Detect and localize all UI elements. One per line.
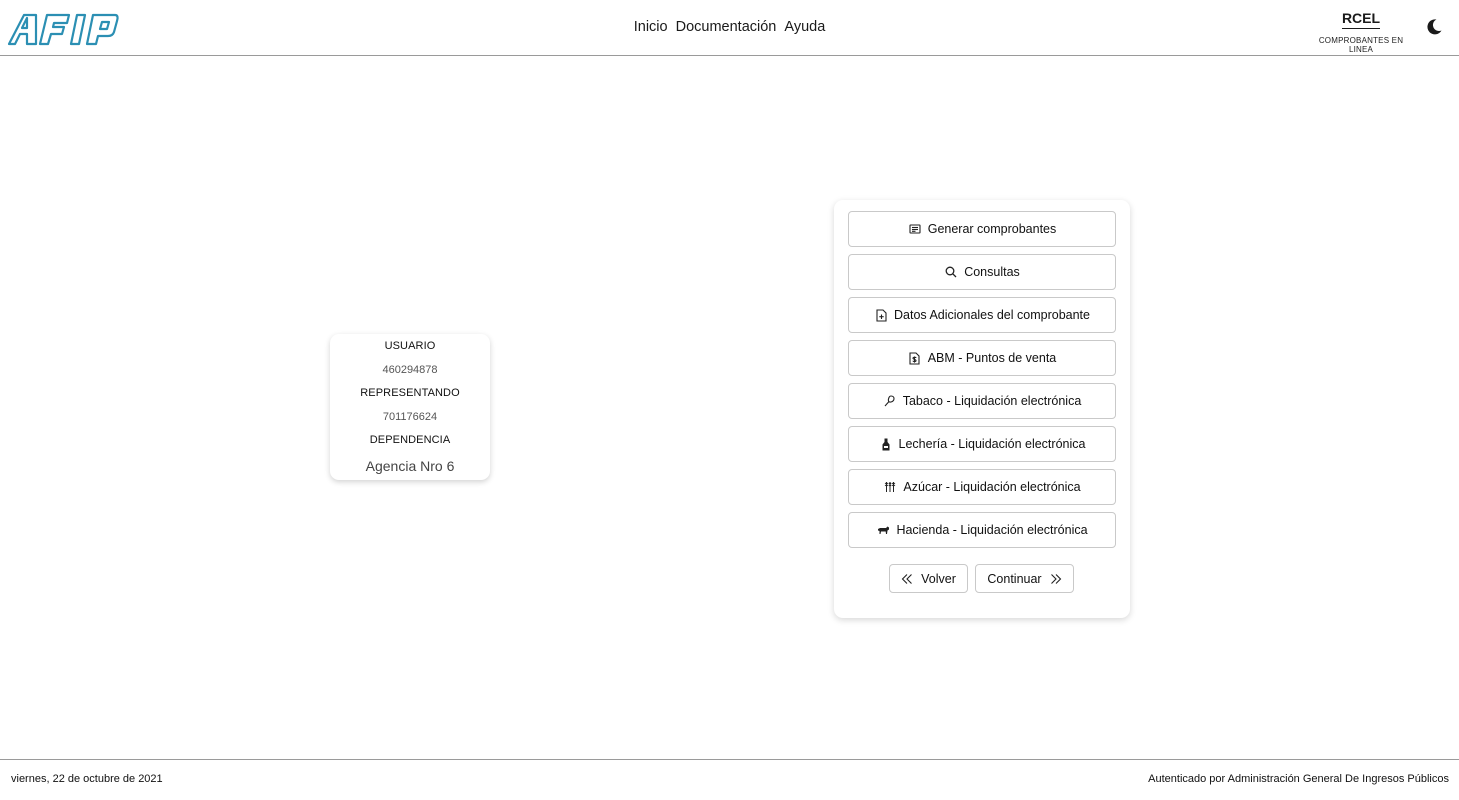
volver-label: Volver (921, 571, 956, 586)
abm-puntos-de-venta-button[interactable]: ABM - Puntos de venta (848, 340, 1116, 376)
user-info-card: USUARIO 460294878 REPRESENTANDO 70117662… (330, 334, 490, 480)
nav-documentacion[interactable]: Documentación (676, 19, 777, 35)
azucar-label: Azúcar - Liquidación electrónica (903, 480, 1081, 494)
moon-icon[interactable] (1425, 18, 1443, 36)
lecheria-button[interactable]: Lechería - Liquidación electrónica (848, 426, 1116, 462)
cattle-icon (876, 523, 890, 537)
representando-label: REPRESENTANDO (360, 387, 460, 399)
hacienda-label: Hacienda - Liquidación electrónica (896, 523, 1088, 537)
nav-ayuda[interactable]: Ayuda (784, 19, 825, 35)
footer-date: viernes, 22 de octubre de 2021 (11, 773, 163, 785)
lecheria-label: Lechería - Liquidación electrónica (898, 437, 1086, 451)
leaf-icon (883, 394, 897, 408)
generar-comprobantes-label: Generar comprobantes (927, 222, 1057, 236)
abm-puntos-de-venta-label: ABM - Puntos de venta (927, 351, 1057, 365)
tabaco-button[interactable]: Tabaco - Liquidación electrónica (848, 383, 1116, 419)
dependencia-label: DEPENDENCIA (369, 434, 451, 446)
brand-subtitle: COMPROBANTES EN LINEA (1318, 36, 1404, 54)
milk-bottle-icon (879, 437, 893, 451)
tabaco-label: Tabaco - Liquidación electrónica (902, 394, 1082, 408)
azucar-button[interactable]: Azúcar - Liquidación electrónica (848, 469, 1116, 505)
document-list-icon (908, 222, 922, 236)
representando-value: 701176624 (382, 411, 438, 423)
nav-inicio[interactable]: Inicio (634, 19, 668, 35)
top-nav: Inicio Documentación Ayuda (0, 19, 1459, 35)
datos-adicionales-button[interactable]: Datos Adicionales del comprobante (848, 297, 1116, 333)
file-dollar-icon (908, 351, 922, 365)
dependencia-value: Agencia Nro 6 (365, 458, 455, 474)
search-icon (944, 265, 958, 279)
header: Inicio Documentación Ayuda RCEL COMPROBA… (0, 0, 1459, 56)
usuario-label: USUARIO (384, 340, 436, 352)
hacienda-button[interactable]: Hacienda - Liquidación electrónica (848, 512, 1116, 548)
datos-adicionales-label: Datos Adicionales del comprobante (894, 308, 1090, 322)
continuar-button[interactable]: Continuar (975, 564, 1074, 593)
footer: viernes, 22 de octubre de 2021 Autentica… (0, 759, 1459, 800)
consultas-label: Consultas (964, 265, 1020, 279)
volver-button[interactable]: Volver (889, 564, 968, 593)
generar-comprobantes-button[interactable]: Generar comprobantes (848, 211, 1116, 247)
usuario-value: 460294878 (382, 364, 438, 376)
chevrons-right-icon (1050, 573, 1062, 585)
brand-name: RCEL (1341, 10, 1381, 29)
chevrons-left-icon (901, 573, 913, 585)
continuar-label: Continuar (987, 571, 1042, 586)
footer-auth: Autenticado por Administración General D… (1148, 773, 1449, 785)
wheat-icon (883, 480, 897, 494)
consultas-button[interactable]: Consultas (848, 254, 1116, 290)
brand: RCEL COMPROBANTES EN LINEA (1306, 10, 1416, 54)
menu-card: Generar comprobantes Consultas Datos Adi… (834, 200, 1130, 618)
file-add-icon (874, 308, 888, 322)
